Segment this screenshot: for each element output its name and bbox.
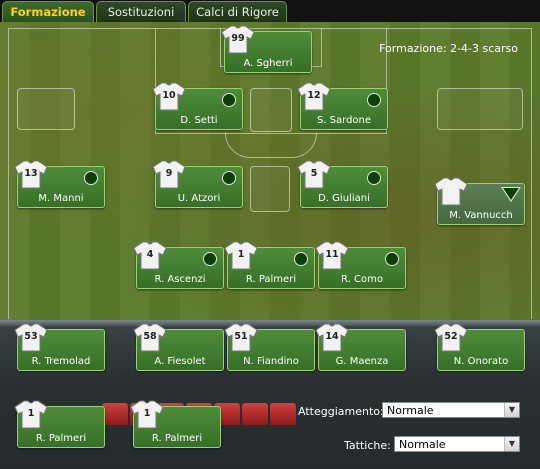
player-name: D. Setti — [180, 115, 218, 126]
jersey-icon: 13 — [14, 159, 48, 189]
player-card[interactable]: 12 S. Sardone — [297, 82, 388, 130]
player-name: R. Palmeri — [151, 433, 203, 444]
player-number: 58 — [143, 331, 157, 342]
player-number: 14 — [325, 331, 339, 342]
jersey-icon: 5 — [297, 159, 331, 189]
tactics-label: Tattiche: — [344, 439, 391, 452]
jersey-icon: 12 — [297, 81, 331, 111]
warning-triangle-icon — [501, 187, 521, 202]
jersey-icon: 1 — [14, 399, 48, 429]
bench-seat — [102, 403, 128, 425]
bench-player-card[interactable]: 14 G. Maenza — [315, 323, 406, 371]
jersey-icon: 11 — [315, 240, 349, 270]
bench-player-card[interactable]: 58 A. Fiesolet — [133, 323, 224, 371]
player-name: R. Palmeri — [35, 433, 87, 444]
empty-position-slot[interactable] — [250, 166, 290, 212]
player-name: A. Fiesolet — [154, 356, 206, 367]
attitude-label: Atteggiamento: — [298, 405, 384, 418]
player-name: M. Manni — [38, 193, 84, 204]
player-number: 52 — [444, 331, 458, 342]
tab-calci-di-rigore[interactable]: Calci di Rigore — [188, 1, 287, 22]
bench-player-card[interactable]: 52 N. Onorato — [434, 323, 525, 371]
attitude-select[interactable]: Normale ▼ — [382, 402, 520, 418]
tab-bar: Formazione Sostituzioni Calci di Rigore — [0, 0, 540, 23]
chevron-down-icon[interactable]: ▼ — [504, 437, 519, 451]
tab-formazione[interactable]: Formazione — [2, 1, 94, 23]
player-number: 1 — [237, 249, 245, 260]
tactics-select[interactable]: Normale ▼ — [394, 436, 520, 452]
penalty-arc — [225, 133, 317, 158]
empty-position-slot[interactable] — [17, 88, 75, 130]
player-card[interactable]: 1 R. Palmeri — [224, 241, 315, 289]
player-name: U. Atzori — [177, 193, 221, 204]
bench-player-card[interactable]: 1 R. Palmeri — [130, 400, 221, 448]
player-number: 99 — [231, 33, 245, 44]
status-dot-icon — [222, 171, 236, 185]
player-name: D. Giuliani — [318, 193, 370, 204]
jersey-icon: 9 — [152, 159, 186, 189]
jersey-icon: 99 — [221, 24, 255, 54]
player-card[interactable]: 4 R. Ascenzi — [133, 241, 224, 289]
player-card[interactable]: 10 D. Setti — [152, 82, 243, 130]
status-dot-icon — [203, 252, 217, 266]
player-number: 53 — [24, 331, 38, 342]
player-name: R. Como — [341, 274, 383, 285]
player-number: 11 — [325, 249, 339, 260]
player-number: 13 — [24, 168, 38, 179]
jersey-icon: 14 — [315, 322, 349, 352]
player-number: 1 — [27, 408, 35, 419]
player-name: G. Maenza — [335, 356, 389, 367]
empty-position-slot[interactable] — [437, 88, 523, 130]
jersey-icon: 58 — [133, 322, 167, 352]
formation-label: Formazione: 2-4-3 scarso — [379, 42, 518, 55]
player-name: R. Ascenzi — [154, 274, 206, 285]
empty-position-slot[interactable] — [250, 88, 292, 132]
jersey-icon — [434, 176, 468, 206]
team-formation-screen: Formazione Sostituzioni Calci di Rigore … — [0, 0, 540, 469]
player-number: 12 — [307, 90, 321, 101]
player-name: S. Sardone — [316, 115, 372, 126]
status-dot-icon — [367, 93, 381, 107]
tab-sostituzioni[interactable]: Sostituzioni — [96, 1, 186, 22]
player-number: 51 — [234, 331, 248, 342]
player-name: N. Onorato — [453, 356, 509, 367]
player-name: A. Sgherri — [243, 58, 293, 69]
tactics-value: Normale — [399, 438, 446, 451]
player-number: 5 — [310, 168, 318, 179]
status-dot-icon — [84, 171, 98, 185]
status-dot-icon — [367, 171, 381, 185]
player-card[interactable]: 9 U. Atzori — [152, 160, 243, 208]
status-dot-icon — [222, 93, 236, 107]
player-number: 1 — [143, 408, 151, 419]
bench-player-card[interactable]: 51 N. Fiandino — [224, 323, 315, 371]
jersey-icon: 1 — [130, 399, 164, 429]
jersey-icon: 52 — [434, 322, 468, 352]
status-dot-icon — [385, 252, 399, 266]
player-number: 4 — [146, 249, 154, 260]
player-card[interactable]: 13 M. Manni — [14, 160, 105, 208]
bench-seat — [242, 403, 268, 425]
bench-seat — [270, 403, 296, 425]
player-name: M. Vannucch — [449, 210, 513, 221]
jersey-icon: 1 — [224, 240, 258, 270]
player-number: 9 — [165, 168, 173, 179]
player-card[interactable]: 99 A. Sgherri — [221, 25, 312, 73]
player-number: 10 — [162, 90, 176, 101]
chevron-down-icon[interactable]: ▼ — [504, 403, 519, 417]
player-name: R. Palmeri — [245, 274, 297, 285]
jersey-icon: 4 — [133, 240, 167, 270]
player-card[interactable]: 11 R. Como — [315, 241, 406, 289]
jersey-icon: 10 — [152, 81, 186, 111]
player-card[interactable]: 5 D. Giuliani — [297, 160, 388, 208]
player-name: N. Fiandino — [243, 356, 299, 367]
attitude-value: Normale — [387, 404, 434, 417]
player-card[interactable]: M. Vannucch — [434, 177, 525, 225]
status-dot-icon — [294, 252, 308, 266]
jersey-icon: 51 — [224, 322, 258, 352]
jersey-icon: 53 — [14, 322, 48, 352]
bench-player-card[interactable]: 53 R. Tremolad — [14, 323, 105, 371]
bench-player-card[interactable]: 1 R. Palmeri — [14, 400, 105, 448]
player-name: R. Tremolad — [31, 356, 91, 367]
